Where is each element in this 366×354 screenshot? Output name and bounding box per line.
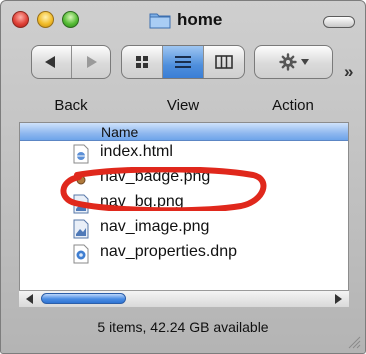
column-view-button[interactable] (204, 46, 244, 78)
png-file-icon (73, 194, 89, 214)
png-file-icon (76, 175, 86, 185)
scroll-right-arrow-icon[interactable] (331, 293, 345, 305)
list-item[interactable]: index.html (20, 141, 348, 166)
toolbar-overflow-chevron[interactable]: » (344, 63, 353, 80)
status-bar-text: 5 items, 42.24 GB available (97, 319, 269, 335)
window-title-group: home (149, 8, 222, 32)
file-list[interactable]: Name index.html nav_badge.png nav_bg.png (19, 122, 349, 305)
minimize-button[interactable] (37, 11, 54, 28)
icon-view-button[interactable] (122, 46, 163, 78)
gear-icon (278, 53, 297, 71)
horizontal-scrollbar[interactable] (19, 290, 349, 307)
window-title: home (177, 10, 223, 29)
scrollbar-thumb[interactable] (41, 293, 126, 304)
forward-button[interactable] (72, 46, 111, 78)
icon-grid-icon (136, 56, 148, 68)
action-menu-button[interactable] (254, 45, 333, 79)
list-item[interactable]: nav_properties.dnp (20, 241, 348, 266)
file-name: nav_image.png (100, 218, 210, 235)
columns-icon (215, 55, 233, 69)
finder-window: home » Back View Action Name index.html … (0, 0, 366, 354)
file-name: nav_badge.png (100, 168, 211, 185)
folder-icon (149, 13, 171, 29)
arrow-right-icon (86, 56, 97, 68)
back-forward-control (31, 45, 111, 79)
action-button-face[interactable] (255, 46, 332, 78)
zoom-button[interactable] (62, 11, 79, 28)
action-label: Action (272, 97, 314, 114)
scroll-left-arrow-icon[interactable] (23, 293, 37, 305)
back-label: Back (54, 97, 88, 114)
view-label: View (166, 97, 200, 114)
chevron-down-icon (300, 59, 309, 65)
name-column-header-label: Name (101, 123, 139, 140)
title-bar[interactable]: home (1, 1, 365, 37)
file-name: nav_properties.dnp (100, 243, 237, 260)
name-column-header[interactable]: Name (20, 123, 348, 141)
html-file-icon (73, 144, 89, 164)
close-button[interactable] (12, 11, 29, 28)
list-item[interactable]: nav_image.png (20, 216, 348, 241)
dnp-file-icon (73, 244, 89, 264)
list-item[interactable]: nav_badge.png (20, 166, 348, 191)
back-button[interactable] (32, 46, 72, 78)
resize-grip-icon[interactable] (347, 335, 361, 349)
file-name: nav_bg.png (100, 193, 184, 210)
arrow-left-icon (45, 56, 56, 68)
list-view-button[interactable] (163, 46, 204, 78)
list-lines-icon (175, 56, 191, 68)
file-name: index.html (100, 143, 173, 160)
toolbar-toggle-button[interactable] (323, 16, 355, 28)
png-file-icon (73, 219, 89, 239)
view-switcher (121, 45, 245, 79)
list-item[interactable]: nav_bg.png (20, 191, 348, 216)
